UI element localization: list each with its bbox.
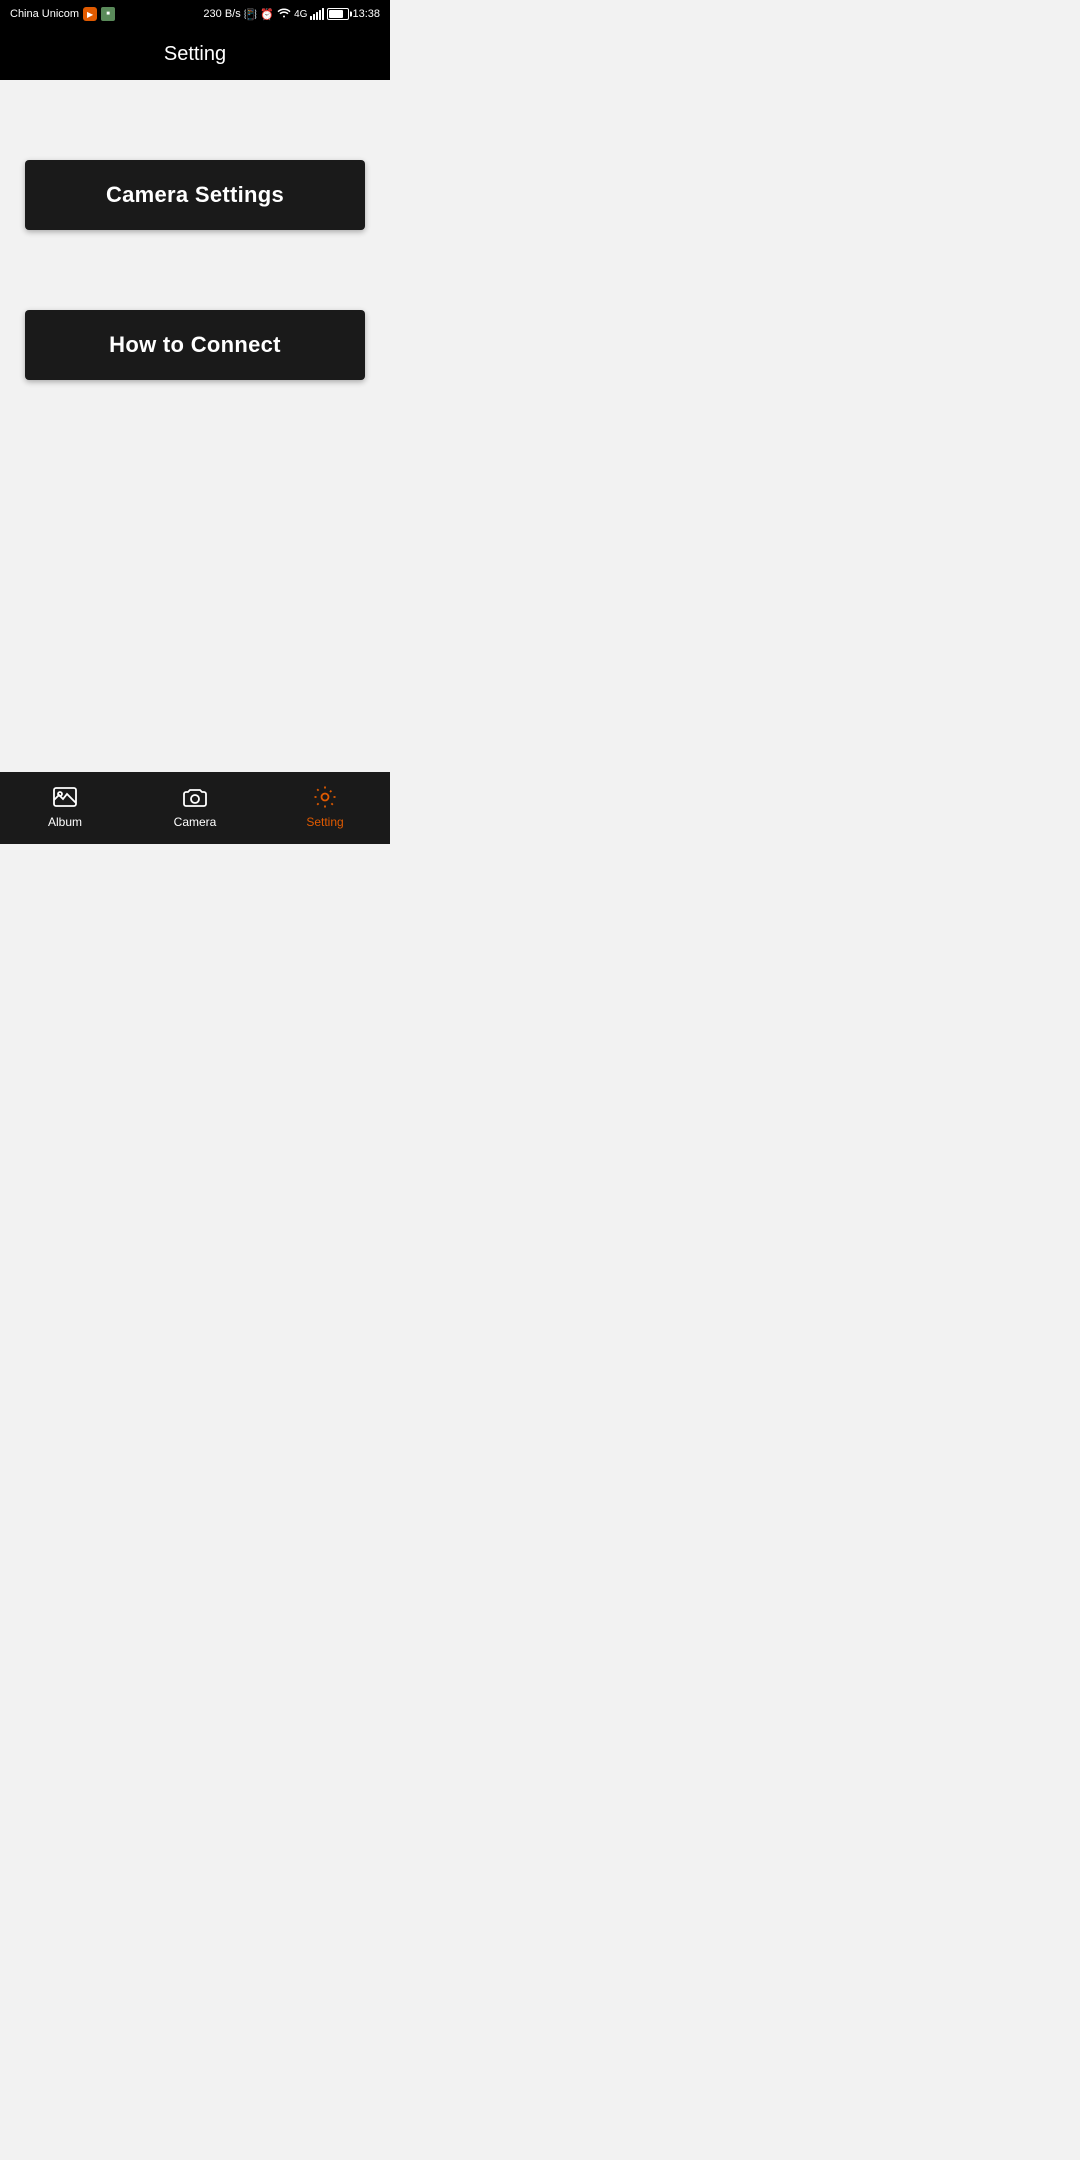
page-title: Setting bbox=[164, 43, 226, 66]
album-label: Album bbox=[48, 815, 82, 829]
camera-settings-button[interactable]: Camera Settings bbox=[25, 160, 365, 230]
vibrate-icon: 📳 bbox=[244, 8, 258, 21]
network-speed: 230 B/s bbox=[203, 8, 240, 20]
setting-icon bbox=[311, 783, 339, 811]
carrier-icon-green: ■ bbox=[101, 7, 115, 21]
album-icon bbox=[51, 783, 79, 811]
status-right: 230 B/s 📳 ⏰ 4G 13:38 bbox=[203, 7, 380, 22]
how-to-connect-button[interactable]: How to Connect bbox=[25, 310, 365, 380]
battery-icon bbox=[327, 8, 349, 20]
carrier-icon-play: ▶ bbox=[83, 7, 97, 21]
network-type: 4G bbox=[294, 9, 307, 20]
signal-bars bbox=[310, 8, 324, 20]
nav-item-camera[interactable]: Camera bbox=[130, 783, 260, 829]
setting-label: Setting bbox=[306, 815, 343, 829]
main-content: Camera Settings How to Connect bbox=[0, 80, 390, 772]
camera-label: Camera bbox=[174, 815, 217, 829]
wifi-icon bbox=[277, 7, 291, 22]
time-display: 13:38 bbox=[352, 8, 380, 20]
camera-icon bbox=[181, 783, 209, 811]
nav-item-album[interactable]: Album bbox=[0, 783, 130, 829]
nav-item-setting[interactable]: Setting bbox=[260, 783, 390, 829]
carrier-name: China Unicom bbox=[10, 8, 79, 20]
status-bar: China Unicom ▶ ■ 230 B/s 📳 ⏰ 4G 13:38 bbox=[0, 0, 390, 28]
app-header: Setting bbox=[0, 28, 390, 80]
status-left: China Unicom ▶ ■ bbox=[10, 7, 115, 21]
alarm-icon: ⏰ bbox=[260, 8, 274, 21]
bottom-navigation: Album Camera Setting bbox=[0, 772, 390, 844]
